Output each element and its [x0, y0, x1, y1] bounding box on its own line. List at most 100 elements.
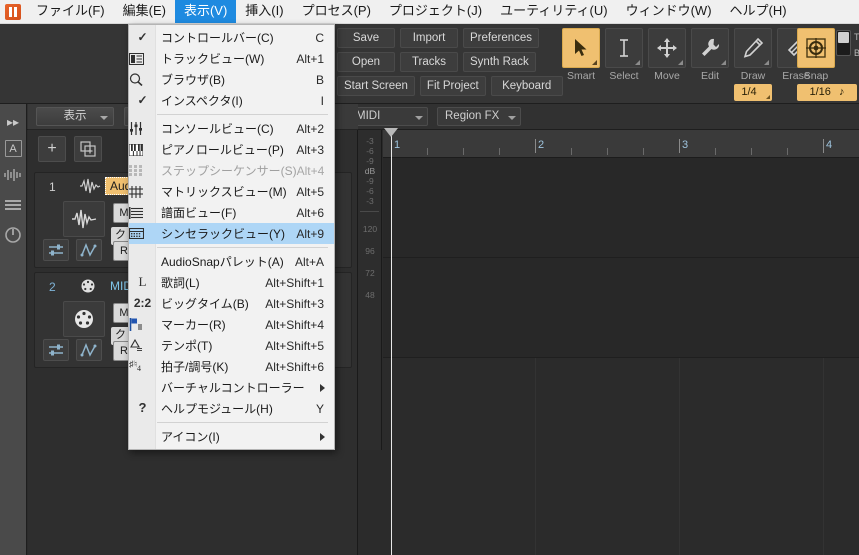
menu-item-3[interactable]: ✓ インスペクタ(I) I — [129, 90, 334, 111]
tool-button-select[interactable] — [605, 28, 643, 68]
menu-item-shortcut: Alt+3 — [296, 142, 324, 157]
menu-item-17[interactable]: ♯ ♮ 4 拍子/調号(K) Alt+Shift+6 — [129, 356, 334, 377]
menubar-item-4[interactable]: プロセス(P) — [293, 0, 380, 23]
hamburger-menu-icon[interactable] — [2, 193, 24, 217]
menu-item-label: ブラウザ(B) — [161, 73, 225, 87]
meter-tick: -9 — [366, 176, 374, 186]
menu-item-2[interactable]: ブラウザ(B) B — [129, 69, 334, 90]
tempo-icon — [129, 339, 156, 352]
snap-button[interactable] — [797, 28, 835, 68]
time-ruler[interactable]: 1 2 3 4 — [383, 130, 859, 158]
menubar-item-8[interactable]: ヘルプ(H) — [721, 0, 796, 23]
menu-item-6[interactable]: ピアノロールビュー(P) Alt+3 — [129, 139, 334, 160]
menu-item-label: アイコン(I) — [161, 430, 220, 444]
toolbar-button-keyboard[interactable]: Keyboard — [490, 76, 563, 96]
meter-scale: -3 -6 -9 dB -9 -6 -3 120 96 72 48 — [358, 130, 382, 450]
toolbar-button-synth-rack[interactable]: Synth Rack — [463, 52, 536, 72]
midi-dropdown[interactable]: MIDI — [348, 107, 428, 126]
resize-corner-icon — [766, 95, 770, 99]
tool-button-draw[interactable] — [734, 28, 772, 68]
menu-item-16[interactable]: テンポ(T) Alt+Shift+5 — [129, 335, 334, 356]
chevron-right-icon — [320, 384, 325, 392]
menu-item-label: テンポ(T) — [161, 339, 213, 353]
track-number: 2 — [49, 280, 56, 294]
menu-item-9[interactable]: 譜面ビュー(F) Alt+6 — [129, 202, 334, 223]
toolbar-button-preferences[interactable]: Preferences — [463, 28, 540, 48]
tool-button-move[interactable] — [648, 28, 686, 68]
menubar-item-1[interactable]: 編集(E) — [114, 0, 175, 23]
toolbar-button-tracks[interactable]: Tracks — [400, 52, 458, 72]
menubar-item-2[interactable]: 表示(V) — [174, 0, 237, 23]
waveform-icon[interactable] — [2, 163, 24, 187]
menu-item-label: ビッグタイム(B) — [161, 297, 249, 311]
toolbar-button-import[interactable]: Import — [400, 28, 458, 48]
automation-icon[interactable] — [76, 239, 102, 261]
fader-icon[interactable] — [43, 239, 69, 261]
staff-icon — [129, 206, 156, 219]
toolbar-button-open[interactable]: Open — [337, 52, 395, 72]
add-track-icon[interactable]: + — [38, 136, 66, 162]
snap-label: Snap — [803, 70, 829, 82]
ruler-tick — [715, 148, 716, 155]
chevron-down-icon — [415, 116, 423, 120]
menu-item-label: シンセラックビュー(Y) — [161, 227, 285, 241]
menubar-item-6[interactable]: ユーティリティ(U) — [491, 0, 617, 23]
track-icon-box[interactable] — [63, 201, 105, 237]
track-lane[interactable] — [383, 158, 859, 258]
region-fx-dropdown[interactable]: Region FX — [437, 107, 521, 126]
toggle-switch-icon[interactable] — [836, 30, 851, 56]
track-icon-box[interactable] — [63, 301, 105, 337]
menubar-item-7[interactable]: ウィンドウ(W) — [617, 0, 721, 23]
menu-item-12[interactable]: AudioSnapパレット(A) Alt+A — [129, 251, 334, 272]
check-icon: ✓ — [137, 30, 148, 44]
view-dropdown-menu[interactable]: ✓ コントロールバー(C) C トラックビュー(W) Alt+1 ブラウザ(B) B ✓ インス… — [128, 24, 335, 450]
toolbar-button-fit-project[interactable]: Fit Project — [419, 76, 486, 96]
tool-label-edit: Edit — [700, 70, 720, 82]
menu-item-10[interactable]: シンセラックビュー(Y) Alt+9 — [129, 223, 334, 244]
menubar-item-3[interactable]: 挿入(I) — [236, 0, 292, 23]
tool-button-smart[interactable] — [562, 28, 600, 68]
menu-item-14[interactable]: 2:2 ビッグタイム(B) Alt+Shift+3 — [129, 293, 334, 314]
menu-item-18[interactable]: バーチャルコントローラー — [129, 377, 334, 398]
meter-tick: -3 — [366, 196, 374, 206]
resize-corner-icon — [592, 60, 597, 65]
fader-icon[interactable] — [43, 339, 69, 361]
snap-value[interactable]: 1/16 ♪ — [797, 84, 857, 101]
duplicate-track-icon[interactable] — [74, 136, 102, 162]
automation-icon[interactable] — [76, 339, 102, 361]
power-icon[interactable] — [2, 223, 24, 247]
note-icon: ♪ — [838, 86, 845, 98]
toolbar-button-start-screen[interactable]: Start Screen — [337, 76, 415, 96]
tool-button-edit[interactable] — [691, 28, 729, 68]
menu-item-15[interactable]: マーカー(R) Alt+Shift+4 — [129, 314, 334, 335]
track-bottom-toolbar — [43, 339, 102, 361]
region-fx-dropdown-label: Region FX — [445, 110, 500, 122]
menu-item-21[interactable]: アイコン(I) — [129, 426, 334, 447]
ruler-tick — [607, 148, 608, 155]
track-view-dropdown[interactable]: 表示 — [36, 107, 114, 126]
playhead[interactable] — [384, 128, 398, 555]
tool-label-draw: Draw — [740, 70, 766, 82]
menu-item-label: 譜面ビュー(F) — [161, 206, 237, 220]
menu-item-1[interactable]: トラックビュー(W) Alt+1 — [129, 48, 334, 69]
menu-item-5[interactable]: コンソールビュー(C) Alt+2 — [129, 118, 334, 139]
menu-item-shortcut: Alt+A — [294, 254, 324, 269]
timeline-clip-area[interactable]: 1 2 3 4 — [383, 128, 859, 555]
browser-icon — [129, 73, 156, 86]
menu-item-8[interactable]: マトリックスビュー(M) Alt+5 — [129, 181, 334, 202]
duration-value[interactable]: 1/4 — [734, 84, 772, 101]
menubar-item-5[interactable]: プロジェクト(J) — [380, 0, 491, 23]
menu-item-shortcut: Alt+2 — [296, 121, 324, 136]
toolbar-button-save[interactable]: Save — [337, 28, 395, 48]
playhead-handle-icon[interactable] — [384, 128, 398, 137]
piano-roll-icon — [129, 143, 156, 156]
menu-item-19[interactable]: ? ヘルプモジュール(H) Y — [129, 398, 334, 419]
ruler-tick — [463, 148, 464, 155]
meter-tick: -6 — [366, 186, 374, 196]
menu-item-0[interactable]: ✓ コントロールバー(C) C — [129, 27, 334, 48]
menu-item-13[interactable]: L 歌詞(L) Alt+Shift+1 — [129, 272, 334, 293]
menubar-item-0[interactable]: ファイル(F) — [27, 0, 114, 23]
letter-a-icon[interactable]: A — [4, 140, 22, 157]
expand-arrows-icon[interactable]: ▸▸ — [2, 110, 24, 134]
track-lane[interactable] — [383, 258, 859, 358]
